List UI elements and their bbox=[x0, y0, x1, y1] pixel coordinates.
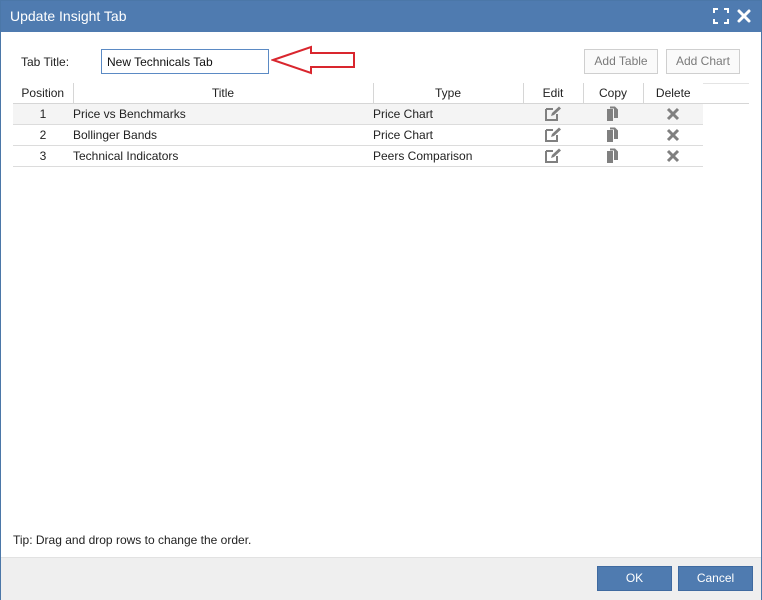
column-header-copy: Copy bbox=[582, 83, 643, 104]
table-row[interactable]: 3 Technical Indicators Peers Comparison bbox=[13, 145, 703, 167]
edit-icon[interactable] bbox=[544, 127, 562, 143]
column-header-delete: Delete bbox=[642, 83, 703, 104]
column-header-type[interactable]: Type bbox=[372, 83, 523, 104]
dialog-footer: OK Cancel bbox=[1, 557, 761, 600]
table-header-row: Position Title Type Edit Copy Delete bbox=[13, 83, 703, 104]
table-row[interactable]: 2 Bollinger Bands Price Chart bbox=[13, 124, 703, 146]
close-icon[interactable] bbox=[736, 8, 752, 24]
tab-title-input[interactable] bbox=[101, 49, 269, 74]
row-edit-cell bbox=[523, 145, 583, 167]
add-table-button[interactable]: Add Table bbox=[584, 49, 658, 74]
row-title: Price vs Benchmarks bbox=[73, 103, 373, 125]
add-chart-button[interactable]: Add Chart bbox=[666, 49, 740, 74]
column-header-position[interactable]: Position bbox=[13, 83, 73, 104]
fullscreen-icon[interactable] bbox=[713, 8, 729, 24]
row-edit-cell bbox=[523, 103, 583, 125]
cancel-button[interactable]: Cancel bbox=[678, 566, 753, 591]
copy-icon[interactable] bbox=[604, 106, 622, 122]
annotation-arrow-icon bbox=[271, 45, 355, 75]
row-delete-cell bbox=[643, 103, 703, 125]
edit-icon[interactable] bbox=[544, 148, 562, 164]
row-title: Bollinger Bands bbox=[73, 124, 373, 146]
column-header-edit: Edit bbox=[522, 83, 583, 104]
row-title: Technical Indicators bbox=[73, 145, 373, 167]
dialog-title: Update Insight Tab bbox=[10, 8, 127, 24]
row-edit-cell bbox=[523, 124, 583, 146]
update-insight-tab-dialog: Update Insight Tab Tab Title: Add Table … bbox=[0, 0, 762, 600]
table-row[interactable]: 1 Price vs Benchmarks Price Chart bbox=[13, 103, 703, 125]
dialog-titlebar[interactable]: Update Insight Tab bbox=[1, 1, 761, 32]
row-type: Price Chart bbox=[373, 103, 523, 125]
row-type: Price Chart bbox=[373, 124, 523, 146]
column-header-title[interactable]: Title bbox=[72, 83, 373, 104]
copy-icon[interactable] bbox=[604, 127, 622, 143]
row-type: Peers Comparison bbox=[373, 145, 523, 167]
insight-items-table: Position Title Type Edit Copy Delete 1 P… bbox=[13, 83, 703, 167]
row-copy-cell bbox=[583, 103, 643, 125]
row-position: 2 bbox=[13, 124, 73, 146]
delete-icon[interactable] bbox=[664, 127, 682, 143]
delete-icon[interactable] bbox=[664, 148, 682, 164]
copy-icon[interactable] bbox=[604, 148, 622, 164]
row-delete-cell bbox=[643, 124, 703, 146]
tab-title-label: Tab Title: bbox=[21, 55, 70, 69]
edit-icon[interactable] bbox=[544, 106, 562, 122]
row-position: 3 bbox=[13, 145, 73, 167]
delete-icon[interactable] bbox=[664, 106, 682, 122]
row-position: 1 bbox=[13, 103, 73, 125]
row-copy-cell bbox=[583, 145, 643, 167]
ok-button[interactable]: OK bbox=[597, 566, 672, 591]
row-delete-cell bbox=[643, 145, 703, 167]
drag-drop-tip: Tip: Drag and drop rows to change the or… bbox=[13, 533, 252, 547]
row-copy-cell bbox=[583, 124, 643, 146]
